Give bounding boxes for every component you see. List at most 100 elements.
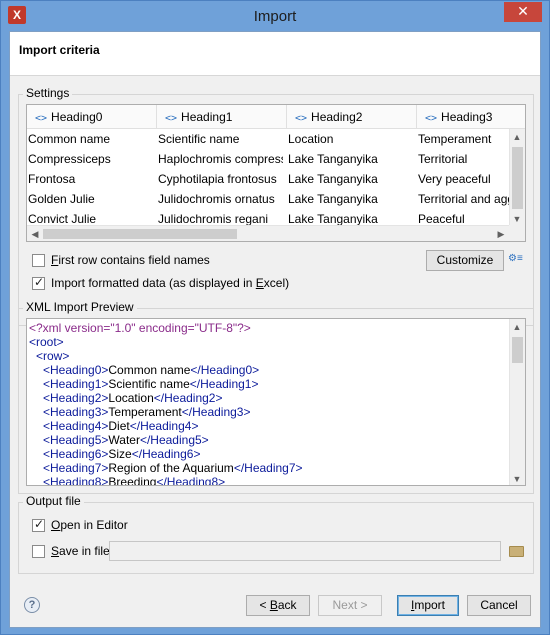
xml-token: </Heading8> [156,475,226,486]
header-band: Import criteria [10,32,540,76]
help-icon[interactable]: ? [24,597,40,613]
scrollbar-corner [509,225,525,241]
xml-token: Region of the Aquarium [108,461,234,475]
xml-token: </Heading5> [139,433,209,447]
xml-token: </Heading7> [233,461,303,475]
scroll-up-icon[interactable]: ▲ [510,130,524,144]
xml-token: <Heading5> [43,433,109,447]
table-cell: Cyphotilapia frontosus [158,172,277,186]
xml-token: <Heading8> [43,475,109,486]
folder-icon[interactable] [509,546,524,557]
import-formatted-checkbox[interactable] [32,275,45,290]
xml-line: <Heading3>Temperament</Heading3> [43,405,251,419]
table-header: <> Heading0 <> Heading1 <> Heading2 <> Headi… [27,105,525,129]
table-row[interactable]: Common name Scientific name Location Temper… [27,129,509,149]
first-row-field-names-label[interactable]: First row contains field names [51,253,210,267]
table-row[interactable]: Golden Julie Julidochromis ornatus Lake Ta… [27,189,517,209]
table-vertical-scrollbar[interactable]: ▲ ▼ [509,129,525,227]
xml-token: Diet [108,419,130,433]
xml-tag-icon: <> [425,113,438,124]
cancel-button[interactable]: Cancel [467,595,531,616]
xml-line: <?xml version="1.0" encoding="UTF-8"?> [29,321,251,335]
first-row-field-names-checkbox[interactable] [32,254,45,267]
xml-line: <row> [36,349,69,363]
table-cell: Common name [28,132,111,146]
xml-token: </Heading4> [129,419,199,433]
table-cell: Haplochromis compressi... [158,152,283,166]
title-bar: X Import ✕ [1,1,549,31]
xml-token: </Heading3> [181,405,251,419]
table-cell: Compressiceps [28,152,111,166]
next-button[interactable]: Next > [318,595,382,616]
xml-line: <Heading0>Common name</Heading0> [43,363,259,377]
xml-token: Common name [108,363,191,377]
table-cell: Golden Julie [28,192,95,206]
xml-line: <Heading5>Water</Heading5> [43,433,209,447]
xml-token: </Heading2> [153,391,223,405]
table-horizontal-scrollbar[interactable]: ◀ ▶ [27,225,509,241]
scroll-right-icon[interactable]: ▶ [494,227,508,241]
scroll-left-icon[interactable]: ◀ [28,227,42,241]
xml-line: <Heading4>Diet</Heading4> [43,419,198,433]
window-title: Import [253,8,297,25]
page-title: Import criteria [19,43,100,57]
xml-token: <?xml version="1.0" encoding="UTF-8"?> [29,321,251,335]
xml-token: Scientific name [108,377,190,391]
table-row[interactable]: Frontosa Cyphotilapia frontosus Lake Tanga… [27,169,509,189]
xml-line: <Heading7>Region of the Aquarium</Headin… [43,461,303,475]
back-button[interactable]: < Back [246,595,310,616]
gear-settings-icon[interactable]: ⚙≡ [508,253,523,264]
table-cell: Territorial [418,152,468,166]
settings-group-label: Settings [23,86,73,100]
xml-token: <Heading1> [43,377,109,391]
scroll-down-icon[interactable]: ▼ [510,472,524,485]
data-table[interactable]: <> Heading0 <> Heading1 <> Heading2 <> Headi… [26,104,526,242]
xml-line: <Heading6>Size</Heading6> [43,447,200,461]
scroll-thumb[interactable] [512,337,523,363]
scroll-down-icon[interactable]: ▼ [510,212,524,226]
xml-tag-icon: <> [295,113,308,124]
xml-token: </Heading1> [189,377,259,391]
scroll-up-icon[interactable]: ▲ [510,320,524,334]
xml-token: <Heading2> [43,391,109,405]
xml-line: <Heading1>Scientific name</Heading1> [43,377,259,391]
scroll-thumb[interactable] [512,147,523,209]
table-row[interactable]: Compressiceps Haplochromis compressi... La… [27,149,509,169]
xml-tag-icon: <> [35,113,48,124]
xml-vertical-scrollbar[interactable]: ▲ ▼ [509,319,525,485]
xml-token: </Heading6> [131,447,201,461]
table-cell: Scientific name [158,132,240,146]
xml-token: Location [108,391,154,405]
table-cell: Very peaceful [418,172,491,186]
xml-token: Temperament [108,405,182,419]
xml-preview-group-label: XML Import Preview [23,300,137,314]
save-in-file-label[interactable]: Save in file [51,544,110,558]
column-header[interactable]: <> Heading1 [157,105,287,129]
save-file-path-input[interactable] [109,541,501,561]
column-header[interactable]: <> Heading0 [27,105,157,129]
xml-preview-area[interactable]: <?xml version="1.0" encoding="UTF-8"?> <r… [26,318,526,486]
output-file-group: Output file [18,494,534,574]
import-formatted-label[interactable]: Import formatted data (as displayed in E… [51,276,289,290]
table-cell: Lake Tanganyika [288,152,378,166]
table-cell: Frontosa [28,172,76,186]
xml-token: <Heading7> [43,461,109,475]
scroll-thumb[interactable] [43,229,237,239]
customize-button[interactable]: Customize [426,250,504,271]
column-header[interactable]: <> Heading2 [287,105,417,129]
xml-tag-icon: <> [165,113,178,124]
table-cell: Territorial and aggr [418,192,517,206]
close-button[interactable]: ✕ [504,2,542,22]
import-button[interactable]: Import [397,595,459,616]
dialog-body: Import criteria Settings <> Heading0 <> He… [9,31,541,628]
table-cell: Temperament [418,132,492,146]
open-in-editor-label[interactable]: Open in Editor [51,518,128,532]
xml-token: <Heading0> [43,363,109,377]
xml-token: Size [108,447,132,461]
xml-token: <Heading6> [43,447,109,461]
save-in-file-checkbox[interactable] [32,545,45,558]
open-in-editor-checkbox[interactable] [32,517,45,532]
column-header[interactable]: <> Heading3 [417,105,525,129]
table-cell: Julidochromis ornatus [158,192,275,206]
xml-token: <Heading4> [43,419,109,433]
